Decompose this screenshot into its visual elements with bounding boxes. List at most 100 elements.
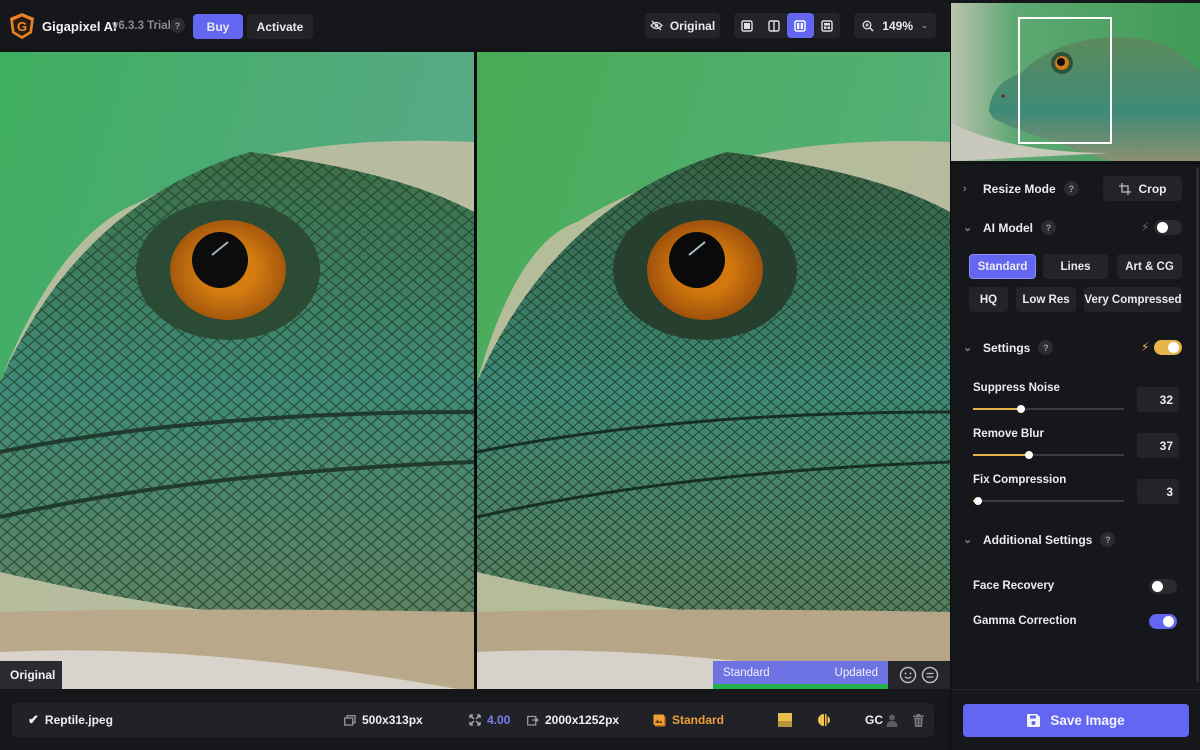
buy-button[interactable]: Buy [193, 14, 243, 39]
resize-mode-label: Resize Mode [983, 181, 1056, 196]
half-circle-icon [818, 714, 830, 726]
model-very-compressed-button[interactable]: Very Compressed [1084, 287, 1182, 312]
grid-view-icon [821, 19, 833, 32]
chevron-right-icon: › [963, 182, 967, 195]
gamma-correction-label: Gamma Correction [973, 615, 1077, 627]
face-recovery-label: Face Recovery [973, 580, 1055, 592]
model-standard-button[interactable]: Standard [969, 254, 1036, 279]
sidebar-panel: › Resize Mode ? Crop ⌄ AI Model ? ⚡︎ Sta… [951, 163, 1200, 690]
model-hq-button[interactable]: HQ [969, 287, 1008, 312]
settings-header[interactable]: ⌄ Settings ? [963, 340, 1054, 355]
expand-arrows-icon [469, 714, 481, 726]
save-image-button[interactable]: Save Image [963, 704, 1189, 737]
save-disk-icon [1027, 714, 1041, 727]
original-preview-pane[interactable] [0, 52, 474, 689]
sharpen-indicator[interactable] [818, 703, 832, 737]
suppress-noise-slider[interactable] [973, 404, 1124, 414]
chevron-down-icon: ⌄ [921, 21, 928, 30]
chevron-down-icon: ⌄ [963, 342, 973, 354]
navigator-thumbnail[interactable] [951, 3, 1200, 161]
gamma-correction-toggle[interactable] [1149, 614, 1177, 629]
ai-model-auto-toggle[interactable] [1154, 220, 1182, 235]
show-original-button[interactable]: Original [645, 13, 720, 38]
face-recovery-indicator[interactable] [886, 703, 898, 737]
single-view-button[interactable] [734, 13, 761, 38]
gamma-correction-indicator[interactable]: GC [865, 703, 883, 737]
remove-blur-value[interactable]: 37 [1137, 433, 1179, 458]
model-group[interactable]: Standard [653, 703, 724, 737]
app-version: v6.3.3 Trial [112, 20, 171, 32]
enhanced-preview-pane[interactable] [477, 52, 950, 689]
delete-button[interactable] [913, 703, 924, 737]
file-row[interactable]: ✔ Reptile.jpeg 500x313px 4.00 2000x1252p… [12, 703, 934, 737]
output-size-group: 2000x1252px [527, 703, 619, 737]
slider-thumb[interactable] [1017, 405, 1026, 413]
fix-compression-value[interactable]: 3 [1137, 479, 1179, 504]
suppress-noise-label: Suppress Noise [973, 382, 1060, 394]
sidebar-scrollbar[interactable] [1196, 167, 1199, 682]
help-icon[interactable]: ? [1038, 340, 1054, 355]
output-size: 2000x1252px [545, 713, 620, 727]
model-art-cg-button[interactable]: Art & CG [1117, 254, 1182, 279]
split-view-button[interactable] [787, 13, 814, 38]
crop-icon [1118, 182, 1131, 195]
help-icon[interactable]: ? [1100, 532, 1116, 547]
model-lines-button[interactable]: Lines [1043, 254, 1108, 279]
toggle-knob [1168, 342, 1179, 353]
file-name: Reptile.jpeg [44, 713, 113, 727]
navigator-viewport-rect[interactable] [1018, 17, 1112, 144]
svg-text:G: G [17, 19, 27, 34]
toggle-knob [1152, 581, 1163, 592]
zoom-dropdown[interactable]: 149% ⌄ [854, 13, 936, 38]
ai-model-header[interactable]: ⌄ AI Model ? [963, 220, 1056, 235]
noise-texture-icon [778, 713, 792, 727]
split-view-icon [794, 19, 806, 32]
smile-face-icon[interactable] [899, 666, 917, 684]
help-icon[interactable]: ? [170, 18, 185, 33]
save-image-label: Save Image [1050, 713, 1125, 728]
help-icon[interactable]: ? [1063, 181, 1079, 196]
fix-compression-slider[interactable] [973, 496, 1124, 506]
input-size-icon [344, 714, 356, 726]
auto-bolt-icon: ⚡︎ [1141, 340, 1150, 354]
model-image-icon [653, 714, 666, 726]
checkmark-icon[interactable]: ✔ [28, 712, 39, 728]
activate-button[interactable]: Activate [247, 14, 313, 39]
rating-box [888, 661, 950, 689]
slider-thumb[interactable] [1024, 451, 1033, 459]
toggle-knob [1157, 222, 1168, 233]
settings-auto-toggle[interactable] [1154, 340, 1182, 355]
model-low-res-button[interactable]: Low Res [1016, 287, 1076, 312]
neutral-face-icon[interactable] [921, 666, 939, 684]
bottom-bar: ✔ Reptile.jpeg 500x313px 4.00 2000x1252p… [0, 689, 950, 750]
additional-settings-label: Additional Settings [983, 532, 1093, 547]
trash-icon [913, 713, 924, 727]
remove-blur-label: Remove Blur [973, 428, 1044, 440]
scale-group[interactable]: 4.00 [469, 703, 510, 737]
suppress-noise-value[interactable]: 32 [1137, 387, 1179, 412]
toggle-knob [1163, 616, 1174, 627]
side-by-side-icon [768, 19, 780, 32]
resize-mode-header[interactable]: › Resize Mode ? [963, 181, 1079, 196]
file-name-group: ✔ Reptile.jpeg [28, 703, 113, 737]
remove-blur-slider[interactable] [973, 450, 1124, 460]
view-mode-group [734, 13, 840, 38]
preview-model-name: Standard [723, 667, 770, 679]
gigapixel-logo-icon: G [10, 13, 34, 39]
preview-status: Updated [834, 667, 878, 679]
top-toolbar: G Gigapixel AI v6.3.3 Trial ? Buy Activa… [0, 0, 950, 51]
scale-value: 4.00 [487, 713, 511, 727]
gc-label: GC [865, 713, 883, 727]
crop-button[interactable]: Crop [1103, 176, 1182, 201]
side-by-side-view-button[interactable] [761, 13, 788, 38]
chevron-down-icon: ⌄ [963, 534, 973, 546]
denoise-indicator[interactable] [778, 703, 792, 737]
crop-label: Crop [1138, 181, 1167, 196]
face-recovery-toggle[interactable] [1149, 579, 1177, 594]
zoom-level: 149% [882, 18, 913, 33]
slider-thumb[interactable] [973, 497, 982, 505]
additional-settings-header[interactable]: ⌄ Additional Settings ? [963, 532, 1116, 547]
lizard-original-image [0, 52, 474, 689]
help-icon[interactable]: ? [1041, 220, 1056, 235]
grid-view-button[interactable] [814, 13, 841, 38]
